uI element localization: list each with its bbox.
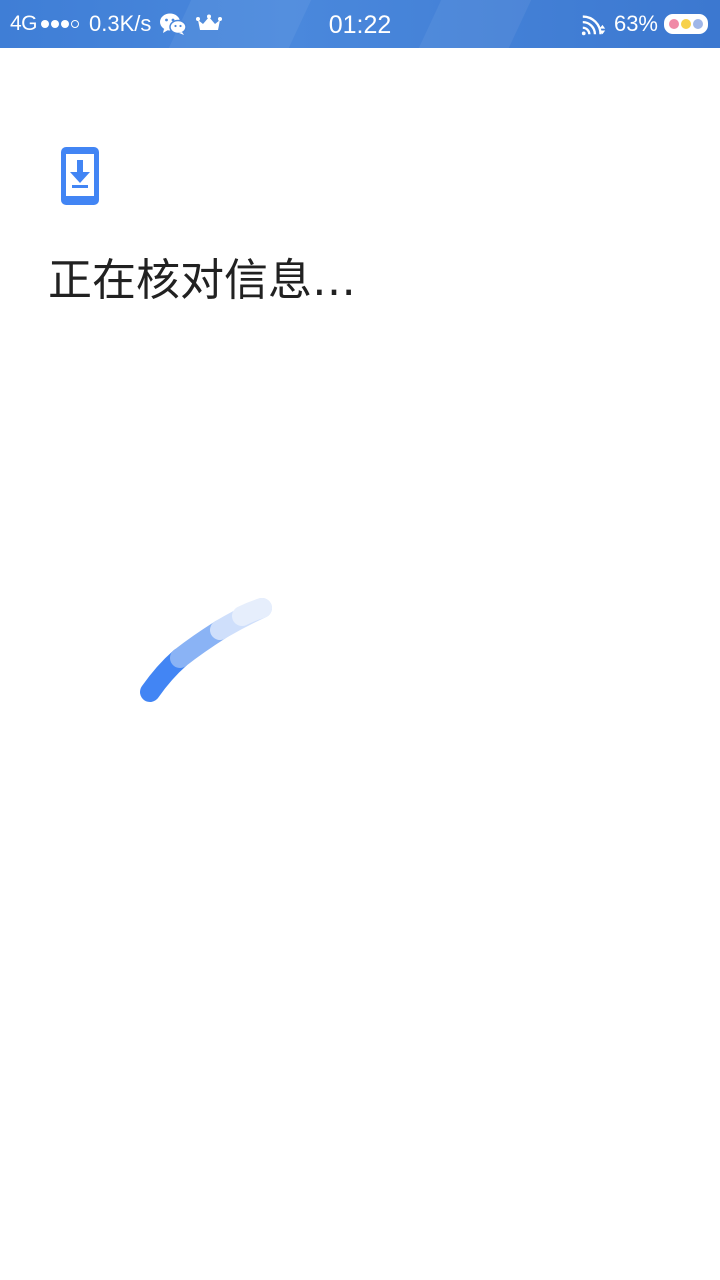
- page-title: 正在核对信息…: [48, 255, 356, 306]
- signal-dot-empty: [71, 20, 80, 28]
- status-bar: 4G 0.3K/s 01:22 63%: [0, 0, 720, 48]
- signal-dot: [41, 20, 50, 28]
- status-bar-decoration: [418, 0, 532, 48]
- network-type: 4G: [10, 12, 38, 35]
- phone-download-icon: [58, 145, 102, 207]
- status-bar-left: 4G 0.3K/s: [10, 0, 223, 48]
- signal-dot: [51, 20, 60, 28]
- status-bar-right: 63%: [580, 0, 708, 48]
- battery-icon: [664, 14, 708, 34]
- crown-icon: [195, 10, 223, 38]
- loading-spinner-icon: [130, 580, 290, 720]
- battery-dot: [669, 19, 679, 29]
- data-speed: 0.3K/s: [89, 11, 152, 36]
- signal-dot: [61, 20, 70, 28]
- battery-dot: [681, 19, 691, 29]
- wechat-icon: [159, 10, 188, 38]
- battery-dot: [693, 19, 703, 29]
- wifi-signal-icon: [580, 10, 608, 38]
- cell-signal-icon: [41, 20, 80, 28]
- battery-percent: 63%: [613, 11, 658, 36]
